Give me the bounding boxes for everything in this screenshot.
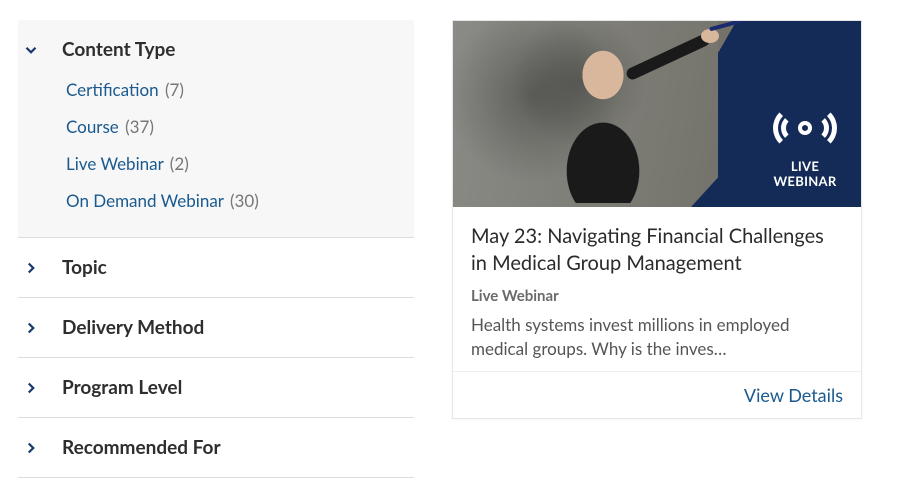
filter-option-count: (7): [165, 79, 184, 100]
facet-topic: Topic: [18, 238, 414, 298]
chevron-right-icon: [22, 379, 40, 397]
card-title: May 23: Navigating Financial Challenges …: [471, 223, 843, 277]
badge-line2: WEBINAR: [773, 174, 836, 189]
broadcast-icon: [765, 103, 845, 153]
filter-option-on-demand-webinar[interactable]: On Demand Webinar (30): [66, 182, 414, 219]
filter-option-course[interactable]: Course (37): [66, 108, 414, 145]
facet-title: Delivery Method: [62, 316, 204, 339]
card-body: May 23: Navigating Financial Challenges …: [453, 207, 861, 371]
filter-sidebar: Content Type Certification (7) Course (3…: [18, 20, 414, 482]
filter-option-label: On Demand Webinar: [66, 190, 224, 211]
filter-option-count: (30): [230, 190, 259, 211]
chevron-down-icon: [22, 41, 40, 59]
facet-title: Topic: [62, 256, 107, 279]
results-area: LIVE WEBINAR May 23: Navigating Financia…: [452, 20, 879, 482]
hero-photo: [453, 21, 718, 207]
filter-option-count: (37): [125, 116, 154, 137]
facet-toggle-program-level[interactable]: Program Level: [18, 358, 414, 417]
chevron-right-icon: [22, 319, 40, 337]
facet-body-content-type: Certification (7) Course (37) Live Webin…: [18, 71, 414, 237]
filter-option-label: Course: [66, 116, 119, 137]
filter-option-label: Live Webinar: [66, 153, 163, 174]
filter-option-count: (2): [170, 153, 189, 174]
facet-title: Program Level: [62, 376, 182, 399]
chevron-right-icon: [22, 439, 40, 457]
card-footer: View Details: [453, 371, 861, 418]
filter-option-certification[interactable]: Certification (7): [66, 71, 414, 108]
facet-toggle-content-type[interactable]: Content Type: [18, 20, 414, 71]
chevron-right-icon: [22, 259, 40, 277]
facet-content-type: Content Type Certification (7) Course (3…: [18, 20, 414, 238]
facet-title: Content Type: [62, 38, 175, 61]
facet-toggle-recommended-for[interactable]: Recommended For: [18, 418, 414, 477]
facet-program-level: Program Level: [18, 358, 414, 418]
card-hero-image: LIVE WEBINAR: [453, 21, 861, 207]
view-details-link[interactable]: View Details: [744, 384, 843, 406]
facet-recommended-for: Recommended For: [18, 418, 414, 478]
facet-title: Recommended For: [62, 436, 221, 459]
facet-toggle-topic[interactable]: Topic: [18, 238, 414, 297]
live-webinar-badge: LIVE WEBINAR: [765, 103, 845, 189]
facet-toggle-delivery-method[interactable]: Delivery Method: [18, 298, 414, 357]
card-description: Health systems invest millions in employ…: [471, 313, 843, 361]
filter-option-live-webinar[interactable]: Live Webinar (2): [66, 145, 414, 182]
card-type: Live Webinar: [471, 287, 843, 305]
badge-line1: LIVE: [791, 159, 819, 174]
result-card: LIVE WEBINAR May 23: Navigating Financia…: [452, 20, 862, 419]
facet-delivery-method: Delivery Method: [18, 298, 414, 358]
filter-option-label: Certification: [66, 79, 159, 100]
